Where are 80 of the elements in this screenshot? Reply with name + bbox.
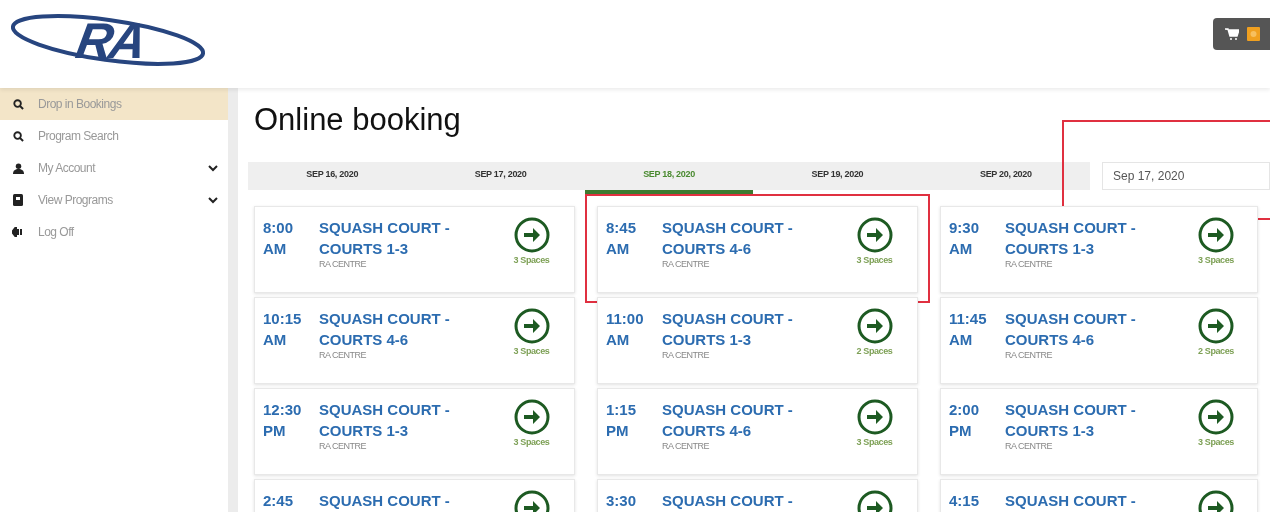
session-title: SQUASH COURT - COURTS 4-6 bbox=[662, 218, 794, 259]
session-title: SQUASH COURT - bbox=[319, 491, 451, 511]
session-time: 11:45 AM bbox=[949, 309, 988, 350]
location-label: RA CENTRE bbox=[1005, 350, 1053, 360]
arrow-right-icon bbox=[1198, 308, 1234, 344]
date-tab[interactable]: SEP 17, 2020 bbox=[416, 162, 585, 194]
spaces-label: 3 Spaces bbox=[1198, 437, 1234, 447]
arrow-right-icon bbox=[513, 217, 550, 253]
arrow-right-icon bbox=[856, 217, 893, 253]
session-time: 8:45 AM bbox=[606, 218, 638, 259]
spaces-label: 3 Spaces bbox=[513, 255, 550, 265]
location-label: RA CENTRE bbox=[662, 350, 710, 360]
page-title: Online booking bbox=[254, 102, 462, 139]
book-button[interactable] bbox=[856, 308, 893, 344]
cart-icon bbox=[1225, 28, 1239, 40]
session-title: SQUASH COURT - bbox=[662, 491, 794, 511]
spaces-label: 3 Spaces bbox=[513, 346, 550, 356]
search-icon bbox=[12, 130, 24, 142]
location-label: RA CENTRE bbox=[662, 441, 710, 451]
cart-button[interactable] bbox=[1213, 18, 1270, 50]
spaces-label: 3 Spaces bbox=[1198, 255, 1234, 265]
book-button[interactable] bbox=[1198, 399, 1234, 435]
location-label: RA CENTRE bbox=[1005, 259, 1053, 269]
session-time: 9:30 AM bbox=[949, 218, 981, 259]
arrow-right-icon bbox=[856, 308, 893, 344]
session-title: SQUASH COURT - COURTS 1-3 bbox=[1005, 400, 1137, 441]
session-time: 10:15 AM bbox=[263, 309, 303, 350]
session-time: 12:30 PM bbox=[263, 400, 303, 441]
session-title: SQUASH COURT - COURTS 1-3 bbox=[1005, 218, 1137, 259]
session-time: 1:15 PM bbox=[606, 400, 638, 441]
arrow-right-icon bbox=[513, 399, 550, 435]
book-button[interactable] bbox=[1198, 308, 1234, 344]
user-icon bbox=[12, 162, 24, 174]
sidebar-item[interactable]: Program Search bbox=[0, 120, 228, 152]
session-title: SQUASH COURT - COURTS 4-6 bbox=[319, 309, 451, 350]
book-button[interactable] bbox=[856, 217, 893, 253]
spaces-label: 3 Spaces bbox=[856, 255, 893, 265]
session-time: 2:00 PM bbox=[949, 400, 981, 441]
book-icon bbox=[13, 194, 23, 206]
date-field[interactable]: Sep 17, 2020 bbox=[1102, 162, 1270, 190]
spaces-label: 2 Spaces bbox=[1198, 346, 1234, 356]
arrow-right-icon bbox=[1198, 217, 1234, 253]
arrow-right-icon bbox=[513, 308, 550, 344]
badge-icon bbox=[1247, 27, 1260, 41]
location-label: RA CENTRE bbox=[662, 259, 710, 269]
location-label: RA CENTRE bbox=[319, 350, 367, 360]
location-label: RA CENTRE bbox=[319, 441, 367, 451]
search-icon bbox=[12, 98, 24, 110]
book-button[interactable] bbox=[856, 399, 893, 435]
session-title: SQUASH COURT - COURTS 1-3 bbox=[662, 309, 794, 350]
spaces-label: 3 Spaces bbox=[513, 437, 550, 447]
arrow-right-icon bbox=[856, 399, 893, 435]
sidebar-item[interactable]: View Programs bbox=[0, 184, 228, 216]
date-tab[interactable]: SEP 18, 2020 bbox=[584, 162, 754, 194]
logout-icon bbox=[12, 227, 24, 237]
date-tab[interactable]: SEP 20, 2020 bbox=[921, 162, 1091, 194]
session-title: SQUASH COURT - bbox=[1005, 491, 1137, 511]
sidebar-item[interactable]: Drop in Bookings bbox=[0, 88, 228, 120]
spaces-label: 2 Spaces bbox=[856, 346, 893, 356]
session-time: 4:15 bbox=[949, 491, 981, 511]
session-title: SQUASH COURT - COURTS 1-3 bbox=[319, 218, 451, 259]
session-title: SQUASH COURT - COURTS 4-6 bbox=[1005, 309, 1137, 350]
sidebar-item[interactable]: Log Off bbox=[0, 216, 228, 248]
arrow-right-icon bbox=[1198, 399, 1234, 435]
sidebar-item[interactable]: My Account bbox=[0, 152, 228, 184]
session-title: SQUASH COURT - COURTS 1-3 bbox=[319, 400, 451, 441]
session-time: 2:45 bbox=[263, 491, 295, 511]
session-title: SQUASH COURT - COURTS 4-6 bbox=[662, 400, 794, 441]
session-time: 11:00 AM bbox=[606, 309, 645, 350]
book-button[interactable] bbox=[1198, 217, 1234, 253]
session-time: 8:00 AM bbox=[263, 218, 295, 259]
date-tab[interactable]: SEP 19, 2020 bbox=[753, 162, 922, 194]
date-tab[interactable]: SEP 16, 2020 bbox=[248, 162, 417, 194]
location-label: RA CENTRE bbox=[319, 259, 367, 269]
book-button[interactable] bbox=[513, 308, 550, 344]
session-time: 3:30 bbox=[606, 491, 638, 511]
spaces-label: 3 Spaces bbox=[856, 437, 893, 447]
location-label: RA CENTRE bbox=[1005, 441, 1053, 451]
book-button[interactable] bbox=[513, 399, 550, 435]
book-button[interactable] bbox=[513, 217, 550, 253]
